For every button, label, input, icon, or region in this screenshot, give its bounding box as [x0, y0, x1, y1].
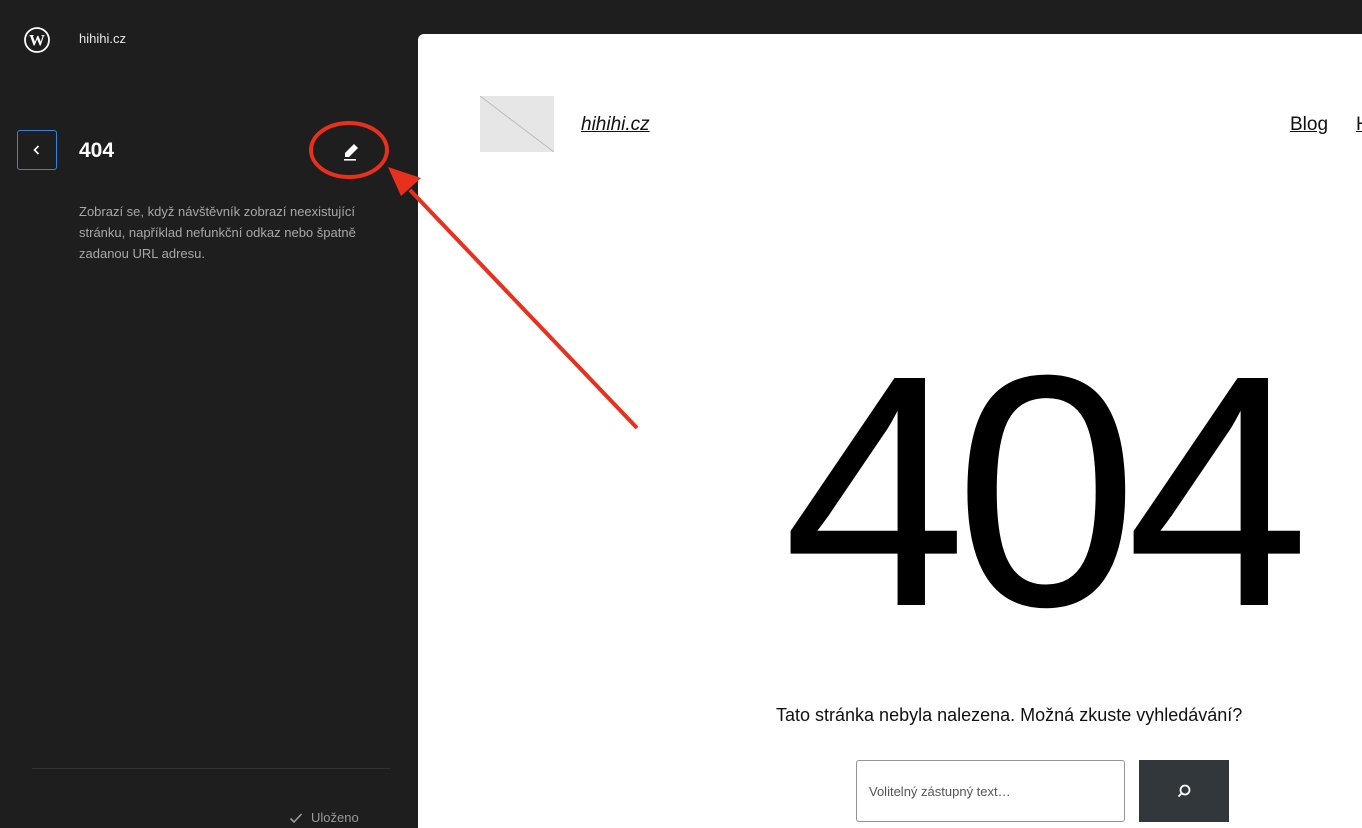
svg-text:W: W [29, 33, 45, 50]
search-input[interactable] [856, 760, 1125, 822]
pencil-icon [344, 144, 358, 161]
edit-button[interactable] [333, 136, 369, 166]
chevron-left-icon [33, 145, 40, 155]
site-name[interactable]: hihihi.cz [79, 31, 126, 46]
save-status: Uloženo [289, 810, 359, 825]
nav-item-blog[interactable]: Blog [1290, 114, 1328, 136]
error-heading: 404 [783, 306, 1310, 675]
site-logo-placeholder[interactable] [479, 95, 555, 153]
navigation: Blog H [1290, 114, 1362, 136]
nav-item-2[interactable]: H [1356, 114, 1362, 136]
check-icon [289, 812, 303, 823]
back-button[interactable] [17, 130, 57, 170]
divider [32, 768, 390, 769]
wordpress-logo-icon[interactable]: W [24, 27, 50, 53]
sidebar: W hihihi.cz 404 Zobrazí se, když návštěv… [0, 0, 418, 828]
search-icon [1177, 784, 1191, 798]
not-found-message: Tato stránka nebyla nalezena. Možná zkus… [776, 705, 1243, 725]
template-description: Zobrazí se, když návštěvník zobrazí neex… [79, 204, 356, 261]
save-status-label: Uloženo [311, 810, 359, 825]
template-title: 404 [79, 139, 115, 162]
canvas-site-title[interactable]: hihihi.cz [581, 114, 650, 136]
editor-canvas[interactable]: hihihi.cz Blog H 404 Tato stránka nebyla… [418, 34, 1362, 828]
search-button[interactable] [1139, 760, 1229, 822]
